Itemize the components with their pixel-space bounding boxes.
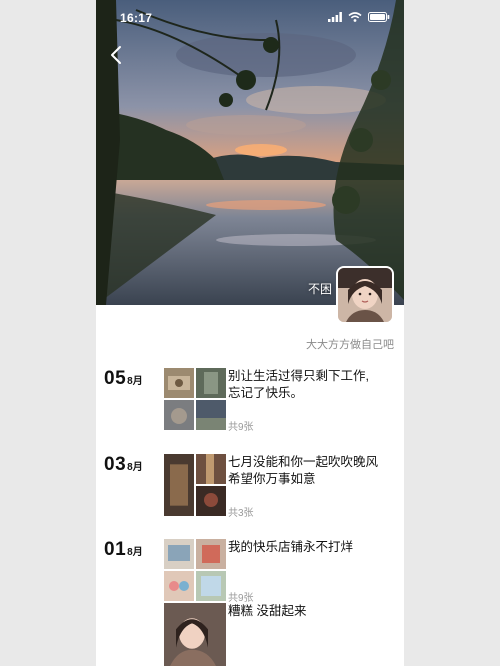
signal-icon	[328, 12, 342, 22]
caption-line: 忘记了快乐。	[228, 386, 304, 400]
photo-count: 共3张	[228, 508, 254, 519]
entry-caption: 糟糕 没甜起来	[228, 604, 307, 618]
avatar[interactable]	[336, 266, 394, 324]
status-time: 16:17	[120, 11, 153, 25]
profile-nickname[interactable]: 不困	[308, 280, 332, 297]
entry-date: 03 8月	[104, 454, 143, 476]
caption-line: 七月没能和你一起吹吹晚风	[228, 455, 379, 469]
entry-month: 8月	[127, 462, 143, 473]
entry-date: 05 8月	[104, 368, 143, 390]
caption-line: 希望你万事如意	[228, 472, 316, 486]
photo-count: 共9张	[228, 593, 254, 604]
caption-line: 别让生活过得只剩下工作,	[228, 369, 369, 383]
entry-month: 8月	[127, 376, 143, 387]
timeline-entry[interactable]: 03 8月 七月没能和你一起吹吹晚风 希望你万事如意 共3张	[104, 454, 396, 519]
photo-thumbnail[interactable]	[164, 603, 226, 666]
entry-month: 8月	[127, 547, 143, 558]
cover-photo[interactable]: 16:17	[96, 0, 404, 305]
photo-thumbnail[interactable]	[196, 454, 226, 484]
photo-thumbnail[interactable]	[196, 400, 226, 430]
back-button[interactable]	[106, 44, 128, 66]
photo-thumbnail[interactable]	[164, 400, 194, 430]
entry-caption: 别让生活过得只剩下工作, 忘记了快乐。	[228, 368, 396, 402]
photo-grid[interactable]	[164, 539, 226, 601]
status-bar: 16:17	[96, 0, 404, 36]
photo-grid[interactable]	[164, 368, 226, 430]
photo-thumbnail[interactable]	[164, 539, 194, 569]
photo-thumbnail[interactable]	[196, 486, 226, 516]
status-icons	[328, 12, 390, 22]
entry-day: 03	[104, 454, 127, 475]
photo-thumbnail[interactable]	[164, 571, 194, 601]
wifi-icon	[348, 12, 362, 22]
back-arrow-icon	[111, 46, 121, 64]
photo-thumbnail[interactable]	[164, 454, 194, 516]
photo-grid[interactable]	[164, 603, 226, 666]
timeline-entry[interactable]: 05 8月 别让生活过得只剩下工作, 忘记了快乐。 共9张	[104, 368, 396, 433]
photo-thumbnail[interactable]	[196, 368, 226, 398]
entry-day: 01	[104, 539, 127, 560]
profile-signature: 大大方方做自己吧	[306, 339, 394, 351]
photo-thumbnail[interactable]	[196, 571, 226, 601]
entry-caption: 七月没能和你一起吹吹晚风 希望你万事如意	[228, 454, 396, 488]
entry-caption: 我的快乐店铺永不打烊	[228, 539, 396, 556]
photo-count: 共9张	[228, 422, 254, 433]
caption-line: 我的快乐店铺永不打烊	[228, 540, 354, 554]
timeline-entry[interactable]: 糟糕 没甜起来	[104, 603, 396, 666]
entry-date: 01 8月	[104, 539, 143, 561]
entry-day: 05	[104, 368, 127, 389]
photo-grid[interactable]	[164, 454, 226, 516]
timeline-entry[interactable]: 01 8月 我的快乐店铺永不打烊 共9张	[104, 539, 396, 604]
moments-page: 16:17 不困 大大方方做自己吧 05 8月 别让生活过得只剩下工作, 忘记了…	[96, 0, 404, 666]
battery-icon	[368, 12, 390, 22]
photo-thumbnail[interactable]	[164, 368, 194, 398]
photo-thumbnail[interactable]	[196, 539, 226, 569]
